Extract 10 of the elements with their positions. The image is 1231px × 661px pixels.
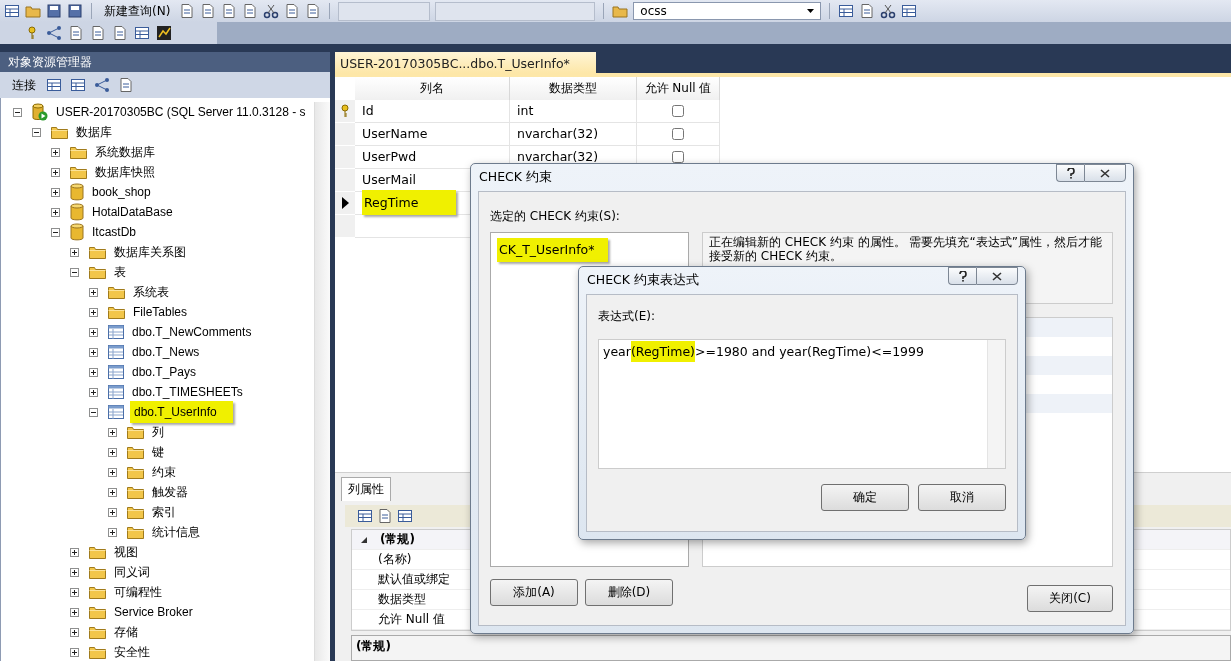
description-text: 正在编辑新的 CHECK 约束 的属性。 需要先填充“表达式”属性，然后才能接受新的 CHECK 约束。 (709, 235, 1102, 263)
property-name: 默认值或绑定 (378, 571, 450, 588)
description-title: (常规) (356, 639, 391, 653)
field-label: 表达式(E): (598, 308, 656, 325)
property-name: (名称) (378, 551, 412, 568)
category-label: (常规) (380, 531, 415, 548)
property-name: 允许 Null 值 (378, 611, 445, 628)
panel-title: 对象资源管理器 (0, 52, 330, 72)
dialog-title: CHECK 约束表达式 (587, 272, 699, 289)
property-name: 数据类型 (378, 591, 426, 608)
